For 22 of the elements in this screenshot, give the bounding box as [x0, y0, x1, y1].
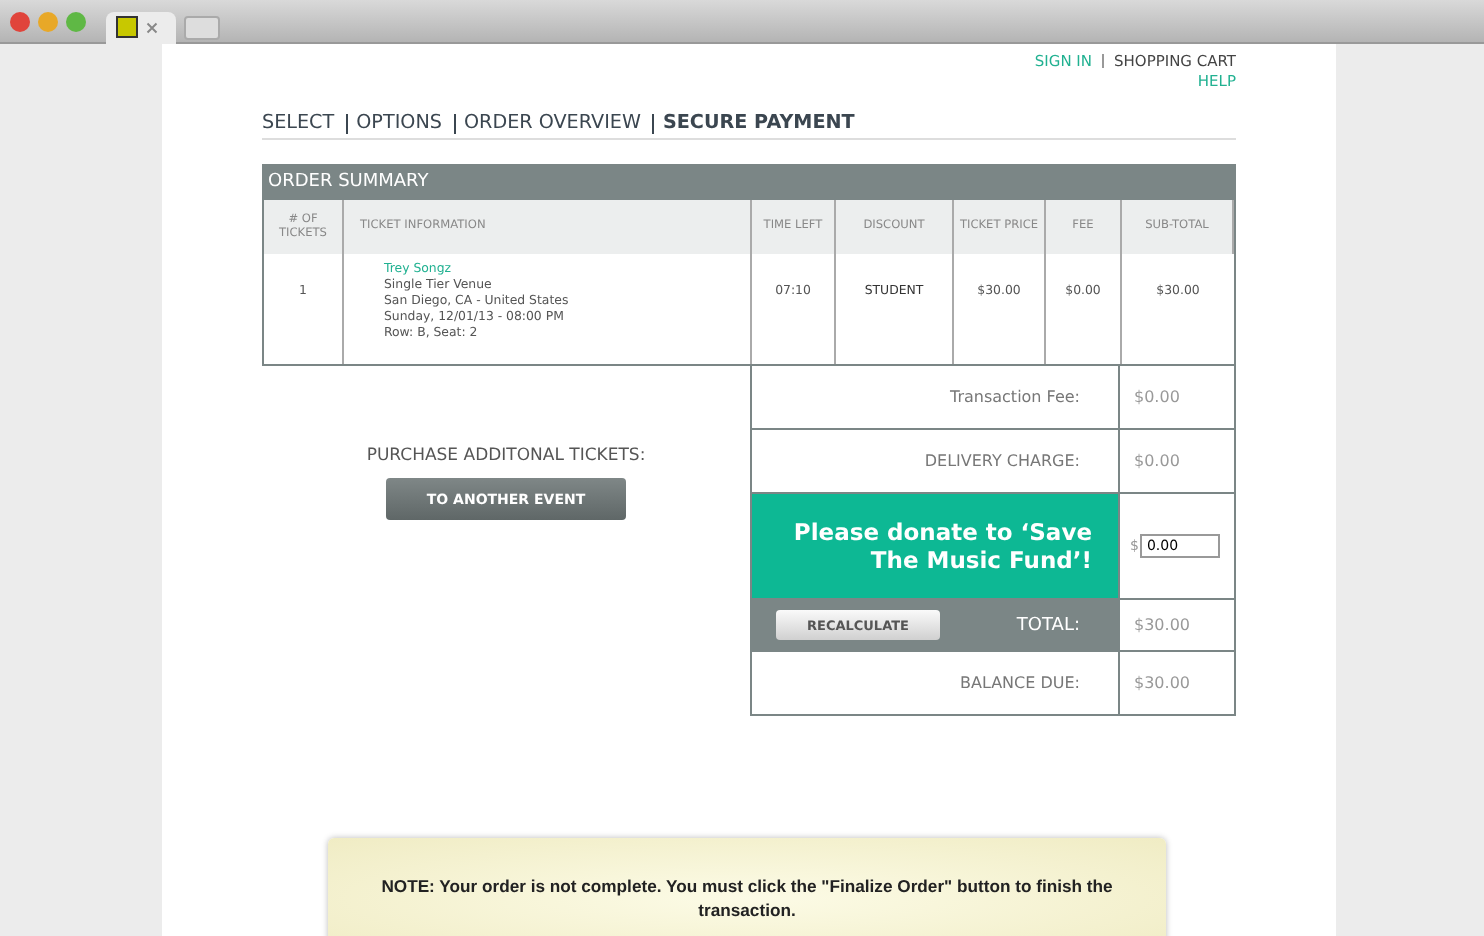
close-window-icon[interactable] [10, 11, 30, 31]
browser-tab[interactable] [106, 11, 176, 43]
total-label: BALANCE DUE: [752, 652, 1120, 714]
checkout-step[interactable]: ORDER OVERVIEW [463, 112, 641, 134]
close-tab-icon[interactable] [146, 21, 158, 33]
checkout-step[interactable]: OPTIONS [356, 112, 442, 134]
checkout-step[interactable]: SECURE PAYMENT [662, 112, 855, 134]
favicon-icon [116, 16, 138, 38]
total-value: $30.00 [1132, 672, 1192, 696]
maximize-window-icon[interactable] [66, 11, 86, 31]
new-tab-button[interactable] [184, 15, 220, 39]
section-title: ORDER SUMMARY [264, 166, 1234, 200]
total-value: $0.00 [1132, 386, 1182, 410]
notice-banner: NOTE: Your order is not complete. You must click the "Finalize Order" button to finish the transaction. [328, 838, 1166, 936]
total-value: $30.00 [1120, 600, 1234, 650]
total-label: TOTAL: [1016, 615, 1080, 635]
purchase-label: PURCHASE ADDITONAL TICKETS: [366, 446, 646, 466]
donation-banner: Please donate to ‘Save The Music Fund’! [752, 494, 1120, 598]
total-value: $0.00 [1132, 450, 1182, 474]
checkout-step[interactable]: SELECT [262, 112, 335, 134]
total-label: Transaction Fee: [752, 366, 1120, 428]
total-label: DELIVERY CHARGE: [752, 430, 1120, 492]
